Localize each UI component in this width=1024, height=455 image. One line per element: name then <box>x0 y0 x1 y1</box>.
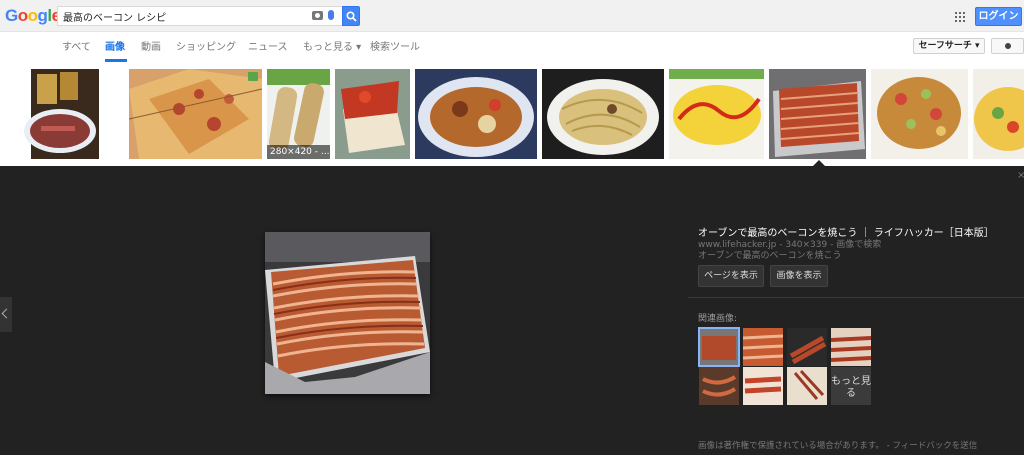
result-thumbnail[interactable] <box>871 69 968 159</box>
previous-arrow-icon[interactable] <box>0 297 12 332</box>
related-bacon-image <box>699 367 739 405</box>
bean-salad-image <box>871 69 968 159</box>
tofu-bacon-image <box>335 69 410 159</box>
tab-search-tools[interactable]: 検索ツール <box>370 38 420 53</box>
gif-badge-icon <box>248 72 258 81</box>
tab-more[interactable]: もっと見る ▾ <box>303 38 361 53</box>
search-button[interactable] <box>342 6 360 26</box>
related-image[interactable] <box>698 327 740 367</box>
google-logo[interactable]: Google <box>5 6 61 26</box>
logo-letter: o <box>17 6 28 25</box>
related-bacon-image <box>831 328 871 366</box>
related-image[interactable] <box>831 328 871 366</box>
microphone-icon[interactable] <box>328 10 334 20</box>
result-description: オーブンで最高のベーコンを焼こう <box>698 251 842 261</box>
result-thumbnail-selected[interactable] <box>769 69 866 159</box>
apps-grid-icon[interactable] <box>955 12 965 22</box>
tab-videos[interactable]: 動画 <box>141 38 161 53</box>
more-related-button[interactable]: もっと見る <box>831 367 871 405</box>
result-thumbnail[interactable]: 280×420 - ... <box>267 69 330 159</box>
omurice-image <box>669 69 764 159</box>
steak-image <box>24 69 99 159</box>
search-box <box>57 6 342 26</box>
top-bar: Google ログイン <box>0 0 1024 32</box>
tab-all[interactable]: すべて <box>62 38 91 53</box>
image-viewer-panel <box>0 166 1024 455</box>
related-image[interactable] <box>787 367 827 405</box>
result-thumbnail[interactable] <box>335 69 410 159</box>
pizza-image <box>129 69 262 159</box>
page: Google ログイン すべて 画像 動画 ショッピング ニュース もっと見る … <box>0 0 1024 455</box>
result-thumbnail[interactable] <box>973 69 1024 159</box>
oven-bacon-preview <box>265 232 430 394</box>
search-tabs: すべて 画像 動画 ショッピング ニュース もっと見る ▾ 検索ツール <box>0 32 1024 62</box>
logo-letter: g <box>37 6 48 25</box>
view-image-button[interactable]: 画像を表示 <box>770 265 828 287</box>
close-icon[interactable]: × <box>1017 170 1024 181</box>
copyright-feedback-note[interactable]: 画像は著作権で保護されている場合があります。 - フィードバックを送信 <box>698 439 977 451</box>
pasta-image <box>542 69 664 159</box>
preview-image[interactable] <box>265 232 430 394</box>
view-page-button[interactable]: ページを表示 <box>698 265 764 287</box>
result-thumbnail[interactable] <box>542 69 664 159</box>
result-thumbnail[interactable] <box>129 69 262 159</box>
search-input[interactable] <box>63 8 303 24</box>
camera-icon[interactable] <box>312 11 323 20</box>
related-image[interactable] <box>787 328 827 366</box>
related-bacon-image <box>699 328 739 366</box>
tab-shopping[interactable]: ショッピング <box>176 38 236 53</box>
related-bacon-image <box>787 328 827 366</box>
tab-news[interactable]: ニュース <box>248 38 288 53</box>
settings-gear-icon[interactable] <box>991 38 1024 54</box>
logo-letter: G <box>5 6 18 25</box>
image-results-strip: 280×420 - ... <box>0 62 1024 166</box>
result-thumbnail[interactable] <box>415 69 537 159</box>
image-size-label: 280×420 - ... <box>267 145 330 159</box>
related-image[interactable] <box>743 328 783 366</box>
result-thumbnail[interactable] <box>669 69 764 159</box>
related-image[interactable] <box>743 367 783 405</box>
potato-dish-image <box>973 69 1024 159</box>
baked-dish-image <box>415 69 537 159</box>
related-bacon-image <box>743 367 783 405</box>
safe-search-button[interactable]: セーフサーチ ▾ <box>913 38 985 54</box>
related-images-label: 関連画像: <box>698 314 738 324</box>
search-icon <box>346 11 357 22</box>
panel-divider <box>688 297 1024 298</box>
result-thumbnail[interactable] <box>5 69 123 159</box>
logo-letter: o <box>27 6 38 25</box>
related-bacon-image <box>787 367 827 405</box>
related-image[interactable] <box>699 367 739 405</box>
related-bacon-image <box>743 328 783 366</box>
tab-images[interactable]: 画像 <box>105 38 125 53</box>
oven-bacon-image <box>769 69 866 159</box>
login-button[interactable]: ログイン <box>975 7 1022 26</box>
